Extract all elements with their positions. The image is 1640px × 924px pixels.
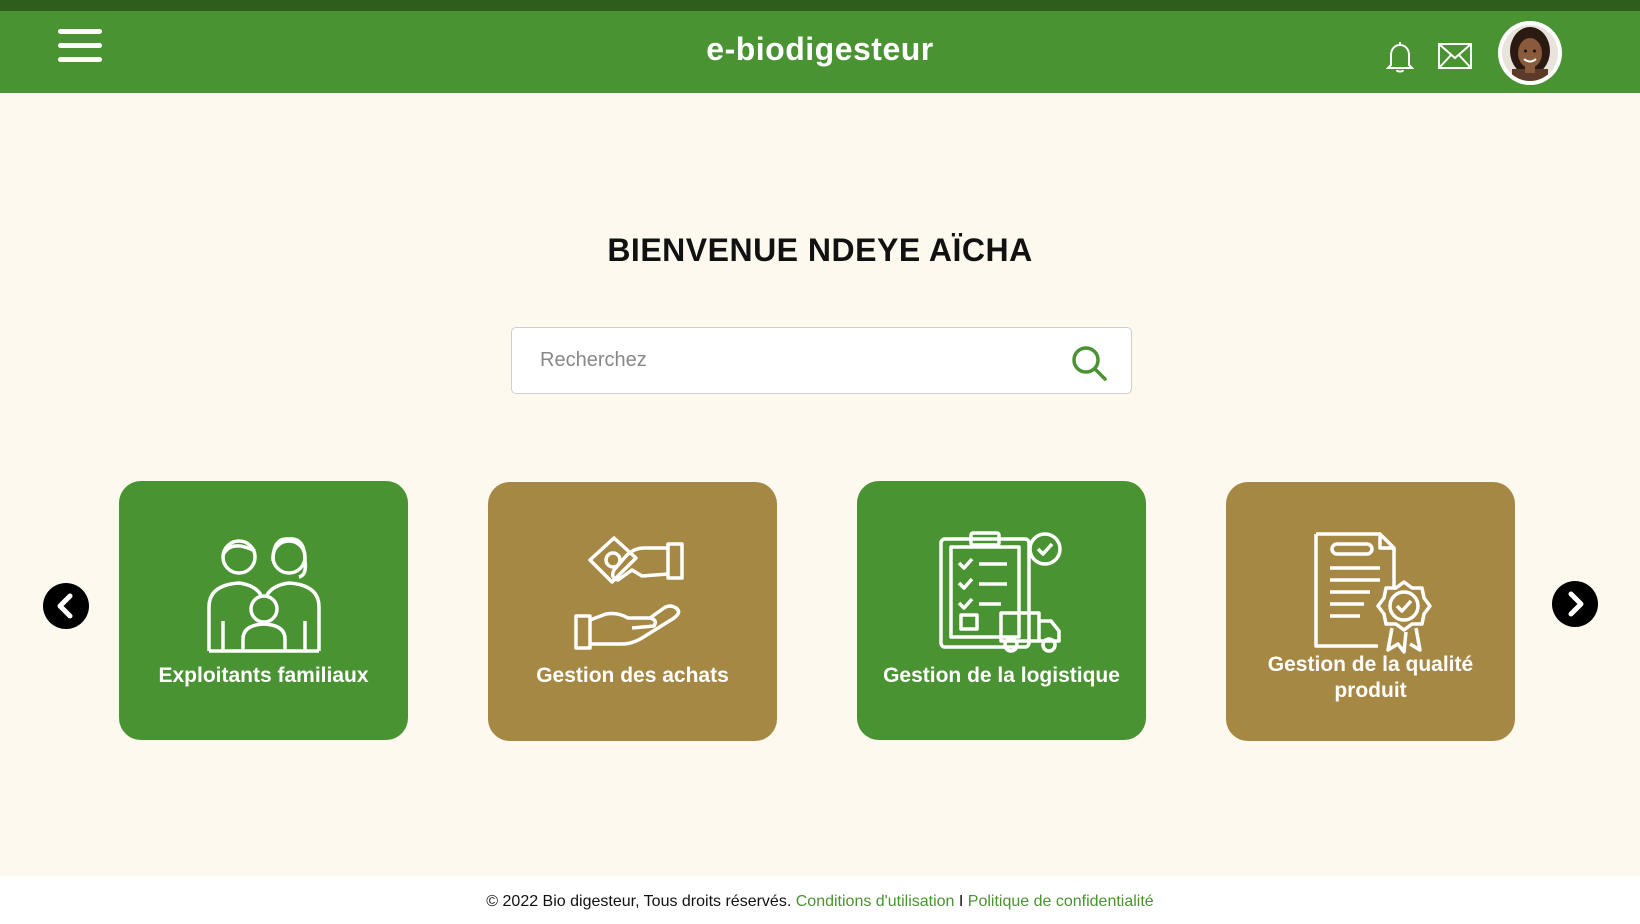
card-exploitants-familiaux[interactable]: Exploitants familiaux (119, 481, 408, 740)
welcome-heading: BIENVENUE NDEYE AÏCHA (607, 232, 1033, 268)
certificate-icon (1308, 530, 1434, 656)
card-gestion-de-la-qualite-produit[interactable]: Gestion de la qualité produit (1226, 482, 1515, 741)
footer-separator: I (958, 893, 964, 910)
footer-copyright: © 2022 Bio digesteur, Tous droits réserv… (486, 893, 792, 910)
user-avatar[interactable] (1498, 21, 1562, 85)
privacy-link[interactable]: Politique de confidentialité (968, 893, 1154, 910)
envelope-icon[interactable] (1438, 43, 1472, 69)
chevron-left-icon[interactable] (43, 583, 89, 629)
card-label: Gestion de la logistique (883, 664, 1120, 687)
search-bar (511, 327, 1132, 394)
family-icon (201, 529, 327, 655)
logistics-checklist-icon (939, 529, 1065, 655)
card-label: Exploitants familiaux (158, 664, 369, 687)
terms-link[interactable]: Conditions d'utilisation (796, 893, 955, 910)
card-label: Gestion de la qualité produit (1267, 653, 1474, 702)
header-top-strip (0, 0, 1640, 11)
search-input[interactable] (540, 328, 1040, 392)
search-icon[interactable] (1070, 344, 1108, 382)
app-header: e-biodigesteur (0, 11, 1640, 93)
handshake-money-icon (570, 530, 696, 656)
chevron-right-icon[interactable] (1552, 581, 1598, 627)
card-label: Gestion des achats (536, 664, 729, 687)
page-footer: © 2022 Bio digesteur, Tous droits réserv… (0, 876, 1640, 924)
card-gestion-de-la-logistique[interactable]: Gestion de la logistique (857, 481, 1146, 740)
bell-icon[interactable] (1385, 41, 1415, 73)
card-gestion-des-achats[interactable]: Gestion des achats (488, 482, 777, 741)
